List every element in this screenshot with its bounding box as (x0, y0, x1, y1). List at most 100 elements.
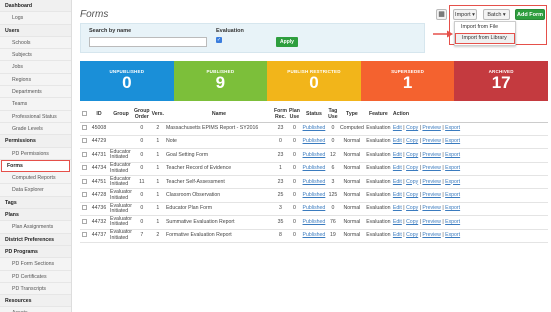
export-link[interactable]: Export (445, 192, 460, 198)
export-link[interactable]: Export (445, 138, 460, 145)
preview-link[interactable]: Preview (422, 125, 440, 131)
preview-link[interactable]: Preview (422, 192, 440, 198)
copy-link[interactable]: Copy (406, 125, 418, 131)
sidebar-item-assets[interactable]: Assets (0, 307, 71, 312)
table-row[interactable]: 44734 Educator Initiated 0 1 Teacher Record … (80, 162, 548, 177)
copy-link[interactable]: Copy (406, 138, 418, 145)
status-tile-archived[interactable]: ARCHIVED 17 (454, 61, 548, 101)
status-link[interactable]: Published (303, 138, 326, 145)
row-checkbox[interactable] (82, 191, 87, 197)
export-link[interactable]: Export (445, 219, 460, 225)
export-link[interactable]: Export (445, 125, 460, 131)
sidebar-item-tags[interactable]: Tags (0, 196, 71, 210)
row-checkbox[interactable] (82, 218, 87, 224)
export-link[interactable]: Export (445, 165, 460, 171)
status-tile-published[interactable]: PUBLISHED 9 (173, 61, 268, 101)
status-link[interactable]: Published (303, 165, 326, 171)
sidebar-item-computed-reports[interactable]: Computed Reports (0, 172, 71, 185)
copy-link[interactable]: Copy (406, 232, 418, 238)
row-checkbox[interactable] (82, 178, 87, 184)
table-row[interactable]: 44732 Evaluator Initiated 0 1 Summative Eval… (80, 215, 548, 230)
row-checkbox[interactable] (82, 124, 87, 130)
row-checkbox[interactable] (82, 205, 87, 211)
table-row[interactable]: 44751 Educator Initiated 11 1 Teacher Self-A… (80, 175, 548, 190)
preview-link[interactable]: Preview (422, 219, 440, 225)
edit-link[interactable]: Edit (393, 165, 402, 171)
sidebar-item-subjects[interactable]: Subjects (0, 49, 71, 62)
status-tile-publish-restricted[interactable]: PUBLISH RESTRICTED 0 (267, 61, 361, 101)
status-link[interactable]: Published (303, 152, 326, 158)
table-row[interactable]: 44737 Evaluator Initiated 7 2 Formative Eval… (80, 229, 548, 244)
evaluation-checkbox[interactable]: ✓ (216, 37, 222, 43)
row-checkbox[interactable] (82, 151, 87, 157)
copy-link[interactable]: Copy (406, 179, 418, 185)
edit-link[interactable]: Edit (393, 152, 402, 158)
status-link[interactable]: Published (303, 192, 326, 198)
status-link[interactable]: Published (303, 179, 326, 185)
table-row[interactable]: 44729 0 1 Note 0 0 Published 0 Normal Evaluation E… (80, 135, 548, 150)
import-button[interactable]: Import ▾ (453, 9, 477, 20)
status-tile-superseded[interactable]: SUPERSEDED 1 (360, 61, 455, 101)
preview-link[interactable]: Preview (422, 138, 440, 145)
sidebar-item-jobs[interactable]: Jobs (0, 61, 71, 74)
edit-link[interactable]: Edit (393, 192, 402, 198)
add-form-button[interactable]: Add Form (515, 9, 545, 20)
status-link[interactable]: Published (303, 232, 326, 238)
sidebar-item-pd-permissions[interactable]: PD Permissions (0, 148, 71, 160)
status-tile-unpublished[interactable]: UNPUBLISHED 0 (80, 61, 174, 101)
copy-link[interactable]: Copy (406, 205, 418, 212)
sidebar-item-schools[interactable]: Schools (0, 37, 71, 50)
preview-link[interactable]: Preview (422, 205, 440, 212)
edit-link[interactable]: Edit (393, 219, 402, 225)
edit-link[interactable]: Edit (393, 232, 402, 238)
edit-link[interactable]: Edit (393, 179, 402, 185)
search-input[interactable] (89, 37, 207, 47)
copy-link[interactable]: Copy (406, 152, 418, 158)
edit-link[interactable]: Edit (393, 125, 402, 131)
sidebar-item-pd-form-sections[interactable]: PD Form Sections (0, 258, 71, 271)
status-link[interactable]: Published (303, 125, 326, 131)
sidebar-item-regions[interactable]: Regions (0, 74, 71, 87)
export-link[interactable]: Export (445, 179, 460, 185)
preview-link[interactable]: Preview (422, 152, 440, 158)
preview-link[interactable]: Preview (422, 165, 440, 171)
copy-link[interactable]: Copy (406, 165, 418, 171)
table-row[interactable]: 44736 Evaluator Initiated 0 1 Educator Plan … (80, 202, 548, 217)
grid-view-icon[interactable]: ▦ (436, 9, 447, 20)
sidebar-item-pd-certificates[interactable]: PD Certificates (0, 271, 71, 283)
copy-link[interactable]: Copy (406, 219, 418, 225)
sidebar-item-departments[interactable]: Departments (0, 86, 71, 99)
export-link[interactable]: Export (445, 152, 460, 158)
sidebar-item-permissions[interactable]: Permissions (0, 135, 71, 148)
sidebar-item-resources[interactable]: Resources (0, 295, 71, 308)
sidebar-item-dashboard[interactable]: Dashboard (0, 0, 71, 13)
row-checkbox[interactable] (82, 138, 87, 144)
table-row[interactable]: 44728 Evaluator Initiated 0 1 Classroom Obse… (80, 188, 548, 203)
column-header-select[interactable] (80, 108, 89, 123)
table-row[interactable]: 45008 0 2 Massachusetts EPIMS Report - SY20… (80, 122, 548, 136)
import-from-library-item[interactable]: Import from Library (455, 33, 515, 44)
batch-button[interactable]: Batch ▾ (483, 9, 510, 20)
row-checkbox[interactable] (82, 232, 87, 238)
preview-link[interactable]: Preview (422, 179, 440, 185)
status-link[interactable]: Published (303, 219, 326, 225)
edit-link[interactable]: Edit (393, 205, 402, 212)
sidebar-item-pd-programs[interactable]: PD Programs (0, 245, 71, 259)
sidebar-item-teams[interactable]: Teams (0, 98, 71, 111)
edit-link[interactable]: Edit (393, 138, 402, 145)
sidebar-item-logs[interactable]: Logs (0, 12, 71, 25)
sidebar-item-pd-transcripts[interactable]: PD Transcripts (0, 283, 71, 296)
status-link[interactable]: Published (303, 205, 326, 212)
copy-link[interactable]: Copy (406, 192, 418, 198)
export-link[interactable]: Export (445, 232, 460, 238)
sidebar-item-plan-assignments[interactable]: Plan Assignments (0, 221, 71, 234)
row-checkbox[interactable] (82, 165, 87, 171)
sidebar-item-data-explorer[interactable]: Data Explorer (0, 184, 71, 197)
sidebar-item-professional-status[interactable]: Professional Status (0, 111, 71, 123)
sidebar-item-district-preferences[interactable]: District Preferences (0, 233, 71, 246)
sidebar-item-users[interactable]: Users (0, 24, 71, 37)
table-row[interactable]: 44731 Educator Initiated 0 1 Goal Setting Fo… (80, 148, 548, 163)
apply-button[interactable]: Apply (276, 37, 298, 47)
import-from-file-item[interactable]: Import from File (455, 22, 515, 33)
sidebar-item-grade-levels[interactable]: Grade Levels (0, 123, 71, 136)
